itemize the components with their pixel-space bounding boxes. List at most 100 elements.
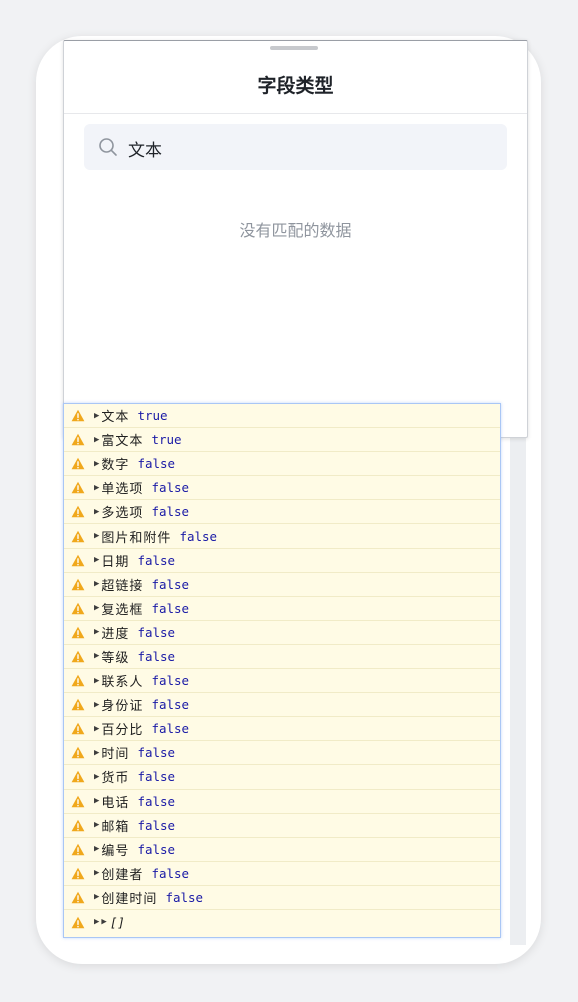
background-panel <box>510 400 526 945</box>
console-key: 数字 <box>101 458 130 474</box>
console-row[interactable]: ▶ 进度 false <box>64 621 500 645</box>
warning-icon <box>71 674 85 687</box>
console-key: 等级 <box>101 650 130 666</box>
console-value: false <box>165 889 204 905</box>
console-row-array[interactable]: ▶ ▶[] <box>64 910 500 934</box>
warning-icon <box>71 867 85 880</box>
warning-icon <box>71 819 85 831</box>
console-row[interactable]: ▶ 多选项 false <box>64 500 500 525</box>
console-row[interactable]: ▶ 超链接 false <box>64 573 500 597</box>
expand-triangle-icon[interactable]: ▶ <box>94 435 99 445</box>
expand-triangle-icon[interactable]: ▶ <box>94 411 99 421</box>
console-value: false <box>137 817 176 833</box>
expand-triangle-icon[interactable]: ▶ <box>94 748 99 758</box>
warning-icon <box>71 554 85 566</box>
expand-triangle-icon[interactable]: ▶ <box>94 676 99 686</box>
warning-icon <box>71 530 85 542</box>
expand-triangle-icon[interactable]: ▶ <box>94 627 99 637</box>
console-row[interactable]: ▶ 货币 false <box>64 765 500 790</box>
console-row[interactable]: ▶ 等级 false <box>64 645 500 670</box>
console-row[interactable]: ▶ 数字 false <box>64 452 500 477</box>
console-key: 单选项 <box>101 482 144 498</box>
warning-icon <box>71 602 85 614</box>
console-key: 货币 <box>101 771 130 787</box>
expand-triangle-icon[interactable]: ▶ <box>94 844 99 854</box>
console-key: 超链接 <box>101 578 144 594</box>
expand-triangle-icon[interactable]: ▶ <box>94 868 99 878</box>
console-row[interactable]: ▶ 时间 false <box>64 741 500 766</box>
expand-triangle-icon[interactable]: ▶ <box>94 917 99 927</box>
warning-icon <box>71 458 85 470</box>
console-row[interactable]: ▶ 身份证 false <box>64 693 500 718</box>
console-row[interactable]: ▶ 复选框 false <box>64 597 500 621</box>
console-row[interactable]: ▶ 创建时间 false <box>64 886 500 910</box>
console-key: 富文本 <box>101 434 144 450</box>
expand-triangle-icon[interactable]: ▶ <box>94 483 99 493</box>
warning-icon <box>71 891 85 904</box>
expand-triangle-icon[interactable]: ▶ <box>94 459 99 469</box>
expand-triangle-icon[interactable]: ▶ <box>94 555 99 565</box>
search-input[interactable]: 文本 <box>84 124 507 170</box>
warning-icon <box>71 795 85 807</box>
console-value: false <box>137 793 176 809</box>
warning-icon <box>71 482 85 494</box>
console-value: false <box>137 648 176 664</box>
console-value: false <box>179 528 218 544</box>
warning-icon <box>71 578 85 590</box>
expand-triangle-icon[interactable]: ▶ <box>94 724 99 734</box>
expand-triangle-icon[interactable]: ▶ <box>94 700 99 710</box>
console-value: false <box>151 721 190 737</box>
empty-array-value: [] <box>109 914 125 930</box>
expand-triangle-icon[interactable]: ▶ <box>94 579 99 589</box>
console-row[interactable]: ▶ 联系人 false <box>64 669 500 694</box>
console-value: false <box>151 865 190 881</box>
console-key: 复选框 <box>101 602 144 618</box>
console-row[interactable]: ▶ 文本 true <box>64 404 500 429</box>
warning-icon <box>71 409 85 422</box>
expand-triangle-icon[interactable]: ▶ <box>94 796 99 806</box>
console-value: false <box>151 600 190 616</box>
console-value: false <box>151 673 190 689</box>
console-key: 多选项 <box>101 506 144 522</box>
console-value: false <box>137 769 176 785</box>
console-value: false <box>137 552 176 568</box>
empty-state-text: 没有匹配的数据 <box>239 221 352 240</box>
console-row[interactable]: ▶ 编号 false <box>64 838 500 862</box>
warning-icon <box>71 650 85 663</box>
title-divider <box>64 113 527 114</box>
expand-triangle-icon[interactable]: ▶ <box>94 603 99 613</box>
console-row[interactable]: ▶ 创建者 false <box>64 862 500 886</box>
console-value: false <box>151 480 190 496</box>
expand-triangle-icon[interactable]: ▶ <box>94 820 99 830</box>
console-value: false <box>137 841 176 857</box>
console-key: 邮箱 <box>101 819 130 835</box>
console-row[interactable]: ▶ 图片和附件 false <box>64 524 500 549</box>
console-key: 百分比 <box>101 723 144 739</box>
warning-icon <box>71 626 85 639</box>
expand-triangle-icon[interactable]: ▶ <box>94 651 99 661</box>
drag-handle[interactable] <box>270 46 318 50</box>
console-key: 电话 <box>101 795 130 811</box>
console-value: false <box>137 624 176 640</box>
console-key: 日期 <box>101 554 130 570</box>
expand-triangle-icon[interactable]: ▶ <box>94 531 99 541</box>
console-row[interactable]: ▶ 邮箱 false <box>64 814 500 838</box>
console-key: 联系人 <box>101 675 144 691</box>
console-row[interactable]: ▶ 百分比 false <box>64 717 500 742</box>
console-row[interactable]: ▶ 单选项 false <box>64 476 500 501</box>
search-value: 文本 <box>128 141 162 161</box>
console-key: 文本 <box>101 410 130 426</box>
console-row[interactable]: ▶ 富文本 true <box>64 428 500 453</box>
expand-triangle-icon[interactable]: ▶ <box>94 507 99 517</box>
expand-triangle-icon[interactable]: ▶ <box>101 917 106 927</box>
warning-icon <box>71 433 85 446</box>
console-key: 创建时间 <box>101 891 158 907</box>
console-row[interactable]: ▶ 日期 false <box>64 549 500 573</box>
expand-triangle-icon[interactable]: ▶ <box>94 892 99 902</box>
console-output: ▶ 文本 true ▶ 富文本 true ▶ 数字 false ▶ 单选项 false ▶ 多选项 fals… <box>63 403 501 938</box>
sheet-title: 字段类型 <box>257 75 334 97</box>
console-row[interactable]: ▶ 电话 false <box>64 790 500 814</box>
warning-icon <box>71 843 85 855</box>
warning-icon <box>71 723 85 735</box>
expand-triangle-icon[interactable]: ▶ <box>94 772 99 782</box>
